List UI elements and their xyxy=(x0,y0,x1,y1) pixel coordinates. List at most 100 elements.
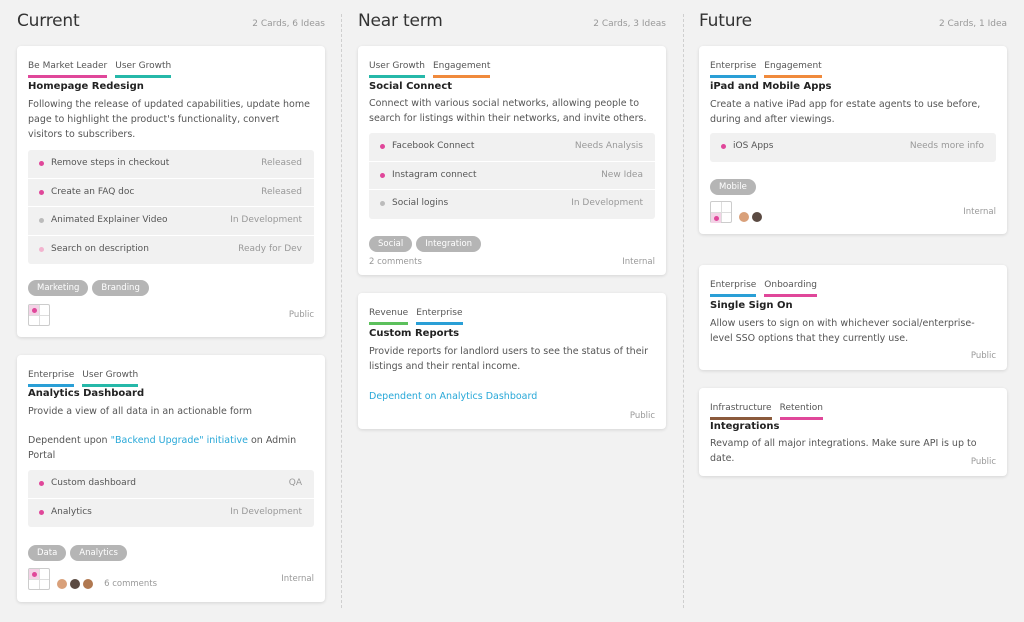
dependency-link[interactable]: "Backend Upgrade" initiative xyxy=(111,435,248,446)
visibility-label: Internal xyxy=(963,207,996,217)
idea-status-dot xyxy=(39,189,44,195)
idea-status-dot xyxy=(39,246,44,252)
idea-name: Create an FAQ doc xyxy=(51,186,135,197)
avatar[interactable] xyxy=(751,210,763,223)
card-title[interactable]: Integrations xyxy=(710,421,779,432)
goal-tag[interactable]: Infrastructure xyxy=(710,403,772,420)
goal-tag[interactable]: User Growth xyxy=(82,370,139,387)
label-chip[interactable]: Integration xyxy=(416,236,482,252)
label-chip[interactable]: Analytics xyxy=(70,545,127,561)
goal-tag[interactable]: User Growth xyxy=(115,61,172,78)
column-current: Current 2 Cards, 6 Ideas Be Market Leade… xyxy=(17,0,325,622)
avatar[interactable] xyxy=(56,577,68,590)
idea-status-dot xyxy=(380,172,385,178)
idea-name: Animated Explainer Video xyxy=(51,215,168,225)
goal-tag[interactable]: Onboarding xyxy=(764,280,817,297)
label-chip[interactable]: Marketing xyxy=(28,280,89,296)
comments-count[interactable]: 6 comments xyxy=(104,579,157,589)
card-analytics-dashboard[interactable]: Enterprise User Growth Analytics Dashboar… xyxy=(17,355,325,602)
column-title: Near term xyxy=(358,11,443,31)
idea-status-dot xyxy=(39,481,44,486)
idea-status: Needs more info xyxy=(909,141,984,151)
card-title[interactable]: Social Connect xyxy=(369,81,452,92)
watchers: 6 comments xyxy=(56,573,157,592)
idea-item[interactable]: Remove steps in checkout Released xyxy=(28,150,314,179)
card-chips: Social Integration xyxy=(369,231,485,252)
goal-tag[interactable]: Engagement xyxy=(432,61,491,78)
idea-name: Search on description xyxy=(51,243,149,254)
column-header: Near term 2 Cards, 3 Ideas xyxy=(358,11,666,35)
card-title[interactable]: Analytics Dashboard xyxy=(28,388,144,399)
dependency-link[interactable]: Dependent on Analytics Dashboard xyxy=(369,391,537,402)
goal-tag[interactable]: Revenue xyxy=(369,308,409,325)
card-footer: 6 comments Internal xyxy=(28,568,314,590)
card-single-sign-on[interactable]: Enterprise Onboarding Single Sign On Allo… xyxy=(699,265,1007,370)
priority-matrix-icon[interactable] xyxy=(28,568,50,590)
idea-status: Released xyxy=(261,186,302,197)
goal-tag[interactable]: Retention xyxy=(779,403,823,420)
priority-matrix-icon[interactable] xyxy=(28,304,50,326)
idea-item[interactable]: Facebook Connect Needs Analysis xyxy=(369,133,655,162)
column-future: Future 2 Cards, 1 Idea Enterprise Engagem… xyxy=(699,0,1007,622)
card-chips: Marketing Branding xyxy=(28,275,153,296)
label-chip[interactable]: Social xyxy=(369,236,413,252)
idea-item[interactable]: Social logins In Development xyxy=(369,190,655,219)
idea-item[interactable]: iOS Apps Needs more info xyxy=(710,133,996,162)
card-title[interactable]: Single Sign On xyxy=(710,300,793,311)
idea-item[interactable]: Custom dashboard QA xyxy=(28,470,314,499)
card-social-connect[interactable]: User Growth Engagement Social Connect Con… xyxy=(358,46,666,275)
card-homepage-redesign[interactable]: Be Market Leader User Growth Homepage Red… xyxy=(17,46,325,337)
label-chip[interactable]: Branding xyxy=(92,280,149,296)
card-description: Provide reports for landlord users to se… xyxy=(369,346,649,372)
card-tags: Infrastructure Retention xyxy=(710,395,831,420)
card-chips: Data Analytics xyxy=(28,540,131,561)
goal-tag[interactable]: Engagement xyxy=(764,61,822,78)
card-footer: Internal xyxy=(710,201,996,223)
avatar[interactable] xyxy=(69,577,81,590)
idea-name: Remove steps in checkout xyxy=(51,158,170,168)
idea-status-dot xyxy=(39,218,44,223)
avatar[interactable] xyxy=(738,210,750,223)
idea-item[interactable]: Analytics In Development xyxy=(28,499,314,528)
card-ipad-mobile-apps[interactable]: Enterprise Engagement iPad and Mobile App… xyxy=(699,46,1007,234)
card-dependency: Dependent on Analytics Dashboard xyxy=(369,389,656,404)
column-count: 2 Cards, 3 Ideas xyxy=(593,19,666,29)
idea-list: Custom dashboard QA Analytics In Develop… xyxy=(28,470,314,527)
idea-name: Social logins xyxy=(392,198,449,208)
column-divider xyxy=(341,14,342,608)
card-description: Allow users to sign on with whichever so… xyxy=(710,318,975,344)
label-chip[interactable]: Mobile xyxy=(710,179,756,195)
card-tags: User Growth Engagement xyxy=(369,53,498,78)
goal-tag[interactable]: Enterprise xyxy=(28,370,75,387)
goal-tag[interactable]: Enterprise xyxy=(710,61,757,78)
visibility-label: Internal xyxy=(622,257,655,267)
card-tags: Revenue Enterprise xyxy=(369,300,471,325)
goal-tag[interactable]: Enterprise xyxy=(416,308,463,325)
idea-status-dot xyxy=(380,201,385,206)
card-tags: Enterprise Engagement xyxy=(710,53,830,78)
card-title[interactable]: iPad and Mobile Apps xyxy=(710,81,832,92)
card-description: Revamp of all major integrations. Make s… xyxy=(710,438,977,464)
column-title: Current xyxy=(17,11,80,31)
priority-matrix-icon[interactable] xyxy=(710,201,732,223)
idea-name: Facebook Connect xyxy=(392,141,475,151)
card-integrations[interactable]: Infrastructure Retention Integrations Rev… xyxy=(699,388,1007,476)
column-count: 2 Cards, 1 Idea xyxy=(938,19,1007,29)
goal-tag[interactable]: Be Market Leader xyxy=(28,61,108,78)
idea-item[interactable]: Animated Explainer Video In Development xyxy=(28,207,314,236)
idea-item[interactable]: Create an FAQ doc Released xyxy=(28,179,314,207)
idea-list: iOS Apps Needs more info xyxy=(710,133,996,162)
card-title[interactable]: Custom Reports xyxy=(369,328,459,339)
idea-status: In Development xyxy=(571,198,643,208)
label-chip[interactable]: Data xyxy=(28,545,67,561)
goal-tag[interactable]: User Growth xyxy=(369,61,425,78)
idea-list: Remove steps in checkout Released Create… xyxy=(28,150,314,264)
avatar[interactable] xyxy=(82,577,94,590)
idea-item[interactable]: Instagram connect New Idea xyxy=(369,162,655,190)
comments-count[interactable]: 2 comments xyxy=(369,257,422,267)
card-custom-reports[interactable]: Revenue Enterprise Custom Reports Provide… xyxy=(358,293,666,429)
idea-item[interactable]: Search on description Ready for Dev xyxy=(28,236,314,265)
column-near-term: Near term 2 Cards, 3 Ideas User Growth En… xyxy=(358,0,666,622)
card-title[interactable]: Homepage Redesign xyxy=(28,81,144,92)
goal-tag[interactable]: Enterprise xyxy=(710,280,757,297)
